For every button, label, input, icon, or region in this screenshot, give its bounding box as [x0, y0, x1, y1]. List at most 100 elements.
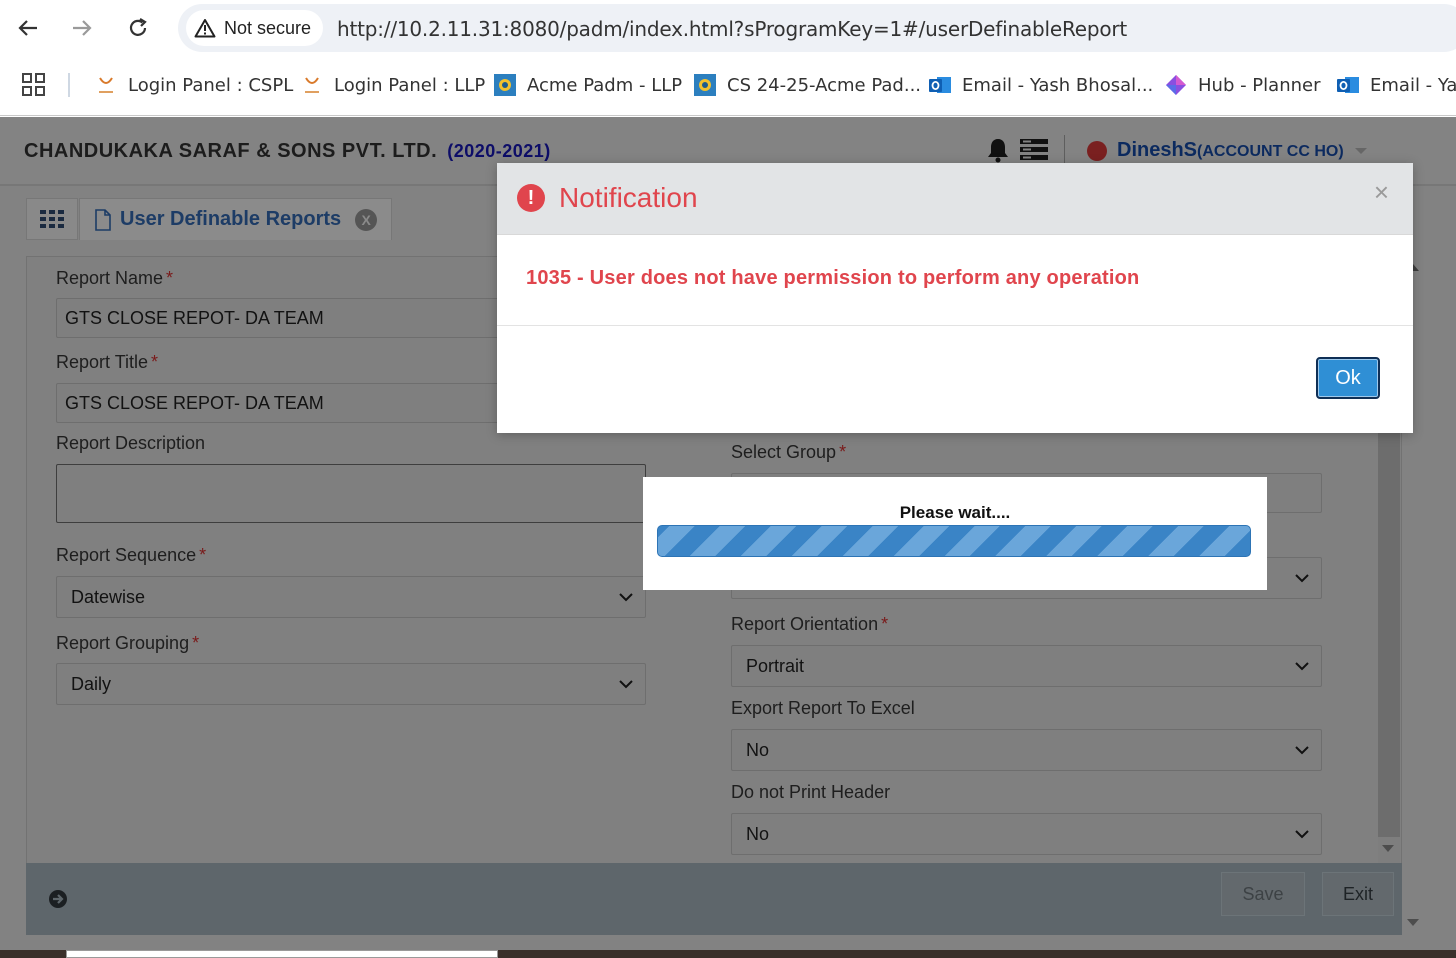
bookmark-item[interactable]: CS 24-25-Acme Pad...	[693, 72, 921, 98]
required-mark: *	[192, 633, 200, 653]
address-bar[interactable]: Not secure http://10.2.11.31:8080/padm/i…	[178, 4, 1456, 52]
bookmarks-separator	[68, 73, 70, 97]
grid-menu-icon	[40, 210, 64, 228]
taskbar-window	[66, 950, 498, 958]
save-button[interactable]: Save	[1221, 872, 1305, 916]
bookmark-label: Acme Padm - LLP	[527, 74, 683, 96]
bell-icon[interactable]	[985, 137, 1011, 163]
tab-bar: User Definable Reports X	[26, 198, 393, 240]
reload-button[interactable]	[122, 12, 154, 44]
select-value: Portrait	[746, 655, 805, 676]
progress-bar	[657, 525, 1251, 557]
required-mark: *	[199, 545, 207, 565]
bookmark-label: CS 24-25-Acme Pad...	[727, 74, 922, 96]
browser-chrome: Not secure http://10.2.11.31:8080/padm/i…	[0, 0, 1456, 116]
close-icon[interactable]: ×	[1374, 177, 1389, 208]
document-icon	[95, 208, 111, 231]
security-label: Not secure	[224, 17, 312, 38]
list-menu-icon[interactable]	[1019, 137, 1049, 163]
bookmark-item[interactable]: Acme Padm - LLP	[493, 72, 682, 98]
security-chip[interactable]: Not secure	[186, 10, 324, 46]
no-print-header-label: Do not Print Header	[731, 782, 891, 802]
menu-grid-button[interactable]	[26, 198, 78, 240]
bookmarks-bar: Login Panel : CSPL Login Panel : LLP Acm…	[0, 66, 1456, 104]
bookmark-label: Hub - Planner	[1198, 74, 1321, 96]
scroll-down-icon[interactable]	[1380, 843, 1396, 855]
user-menu[interactable]: DineshS(ACCOUNT CC HO)	[1087, 139, 1368, 162]
bookmark-label: Login Panel : CSPL	[128, 74, 294, 96]
select-value: Daily	[71, 673, 112, 694]
report-description-label: Report Description	[56, 433, 206, 453]
bookmark-item[interactable]: Hub - Planner	[1164, 72, 1320, 98]
report-sequence-select[interactable]: Datewise	[56, 576, 646, 618]
apps-grid-icon[interactable]	[22, 73, 46, 97]
cspl-logo-icon	[94, 73, 118, 97]
bookmark-item[interactable]: Email - Yas	[1336, 72, 1456, 98]
cspl-logo-icon	[300, 73, 324, 97]
chevron-down-icon	[619, 680, 633, 689]
user-status-icon	[1087, 140, 1107, 161]
select-value: No	[746, 823, 770, 844]
tab-user-definable-reports[interactable]: User Definable Reports X	[79, 198, 393, 240]
user-display: DineshS(ACCOUNT CC HO)	[1117, 139, 1344, 162]
company-name: CHANDUKAKA SARAF & SONS PVT. LTD. (2020-…	[24, 140, 551, 163]
exclamation-circle-icon: !	[517, 184, 545, 212]
report-sequence-label: Report Sequence *	[56, 545, 207, 565]
form-footer: Save Exit	[26, 863, 1402, 935]
loading-text: Please wait....	[899, 503, 1011, 522]
reload-icon	[129, 18, 147, 36]
tab-label: User Definable Reports	[120, 208, 342, 230]
report-title-label: Report Title *	[56, 352, 159, 372]
chevron-down-icon	[1295, 574, 1309, 583]
bookmark-item[interactable]: Login Panel : CSPL	[94, 72, 293, 98]
tab-close-icon[interactable]: X	[355, 208, 378, 231]
report-grouping-select[interactable]: Daily	[56, 663, 646, 705]
chevron-down-icon	[1295, 830, 1309, 839]
export-excel-select[interactable]: No	[731, 729, 1322, 771]
caret-down-icon	[1354, 147, 1367, 154]
padm-icon	[493, 73, 517, 97]
url-text[interactable]: http://10.2.11.31:8080/padm/index.html?s…	[337, 17, 1127, 41]
required-mark: *	[151, 352, 159, 372]
select-group-label: Select Group *	[731, 442, 847, 462]
ok-button[interactable]: Ok	[1316, 357, 1380, 399]
forward-arrow-icon	[73, 20, 92, 36]
select-value: No	[746, 739, 770, 760]
no-print-header-select[interactable]: No	[731, 813, 1322, 855]
padm-icon	[693, 73, 717, 97]
user-role: (ACCOUNT CC HO)	[1197, 143, 1344, 160]
loading-dialog: Please wait....	[643, 477, 1267, 590]
export-excel-label: Export Report To Excel	[731, 698, 915, 718]
select-value: Datewise	[71, 586, 146, 607]
chevron-down-icon	[619, 593, 633, 602]
notification-message: 1035 - User does not have permission to …	[526, 267, 1140, 289]
scroll-down-icon[interactable]	[1405, 917, 1421, 929]
company-title: CHANDUKAKA SARAF & SONS PVT. LTD.	[24, 140, 438, 162]
chevron-down-icon	[1295, 746, 1309, 755]
bookmark-label: Email - Yas	[1370, 74, 1456, 96]
outlook-icon	[928, 73, 952, 97]
back-arrow-icon	[18, 20, 37, 36]
arrow-circle-right-icon[interactable]	[48, 889, 68, 909]
back-button[interactable]	[12, 12, 44, 44]
warning-triangle-icon	[194, 19, 216, 38]
notification-header: ! Notification ×	[497, 163, 1413, 235]
exit-button[interactable]: Exit	[1322, 872, 1394, 916]
bookmark-label: Login Panel : LLP	[334, 74, 486, 96]
report-orientation-select[interactable]: Portrait	[731, 645, 1322, 687]
report-orientation-label: Report Orientation *	[731, 614, 889, 634]
notification-dialog: ! Notification × 1035 - User does not ha…	[497, 163, 1413, 433]
notification-title: ! Notification	[517, 182, 698, 214]
planner-icon	[1164, 73, 1188, 97]
notification-title-text: Notification	[559, 182, 698, 213]
outlook-icon	[1336, 73, 1360, 97]
chevron-down-icon	[1295, 662, 1309, 671]
bookmark-label: Email - Yash Bhosal...	[962, 74, 1154, 96]
bookmark-item[interactable]: Login Panel : LLP	[300, 72, 485, 98]
report-grouping-label: Report Grouping *	[56, 633, 200, 653]
header-divider	[1064, 135, 1065, 165]
bookmark-item[interactable]: Email - Yash Bhosal...	[928, 72, 1153, 98]
required-mark: *	[839, 442, 847, 462]
report-description-textarea[interactable]	[56, 464, 646, 523]
forward-button[interactable]	[66, 12, 98, 44]
